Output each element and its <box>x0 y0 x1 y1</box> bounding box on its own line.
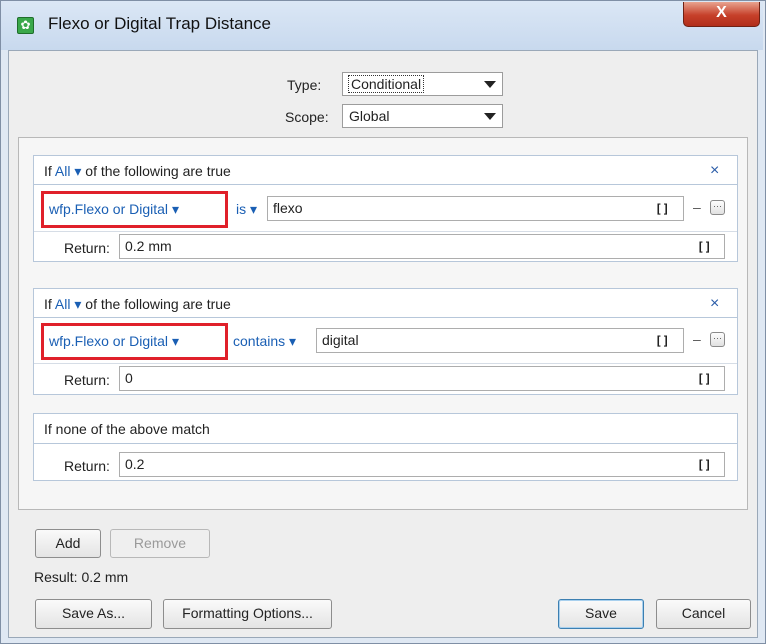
type-dropdown-arrow-icon[interactable] <box>484 81 496 88</box>
scope-select[interactable]: Global <box>342 104 503 128</box>
remove-button[interactable]: Remove <box>110 529 210 558</box>
rule-2-return-value: 0 <box>125 370 133 386</box>
rule-2-quantifier-dropdown[interactable]: All ▾ <box>55 296 81 312</box>
rule-1-operator-dropdown[interactable]: is ▾ <box>236 201 257 218</box>
chevron-down-icon: ▾ <box>171 333 179 349</box>
result-text: Result: 0.2 mm <box>34 569 128 585</box>
brackets-icon[interactable]: [] <box>655 202 669 216</box>
type-select[interactable]: Conditional <box>342 72 503 96</box>
rule-2-return-label: Return: <box>64 372 110 388</box>
brackets-icon[interactable]: [] <box>697 372 711 386</box>
rule-2-return-input[interactable]: 0 <box>119 366 725 391</box>
chevron-down-icon: ▾ <box>171 201 179 217</box>
default-return-value: 0.2 <box>125 456 145 472</box>
window-title: Flexo or Digital Trap Distance <box>48 14 271 33</box>
rule-1-return-label: Return: <box>64 240 110 256</box>
app-gear-icon: ✿ <box>17 17 34 34</box>
chevron-down-icon: ▾ <box>250 201 258 217</box>
chevron-down-icon: ▾ <box>74 163 82 179</box>
rule-1-remove-icon[interactable]: × <box>710 162 719 180</box>
add-button[interactable]: Add <box>35 529 101 558</box>
result-label: Result: <box>34 569 78 585</box>
close-button[interactable]: X <box>683 2 760 27</box>
chevron-down-icon: ▾ <box>74 296 82 312</box>
rule-2-remove-icon[interactable]: × <box>710 295 719 313</box>
rule-1-minus-icon[interactable]: – <box>693 199 701 215</box>
default-rule-label: If none of the above match <box>44 421 210 437</box>
default-return-input[interactable]: 0.2 <box>119 452 725 477</box>
save-as-button[interactable]: Save As... <box>35 599 152 629</box>
brackets-icon[interactable]: [] <box>697 458 711 472</box>
rule-1-operand-input[interactable]: flexo <box>267 196 684 221</box>
type-label: Type: <box>287 77 322 93</box>
rule-2-variable-dropdown[interactable]: wfp.Flexo or Digital ▾ <box>49 333 179 350</box>
rule-1-variable-dropdown[interactable]: wfp.Flexo or Digital ▾ <box>49 201 179 218</box>
default-return-label: Return: <box>64 458 110 474</box>
rule-2-minus-icon[interactable]: – <box>693 331 701 347</box>
rule-1-more-button[interactable]: ··· <box>710 200 725 215</box>
title-bar: ✿ Flexo or Digital Trap Distance X <box>1 1 763 50</box>
rule-1-quantifier-dropdown[interactable]: All ▾ <box>55 163 81 179</box>
brackets-icon[interactable]: [] <box>655 334 669 348</box>
type-select-value: Conditional <box>347 75 425 93</box>
rule-2-if-text: If All ▾ of the following are true <box>44 296 231 312</box>
scope-dropdown-arrow-icon[interactable] <box>484 113 496 120</box>
cancel-button[interactable]: Cancel <box>656 599 751 629</box>
rule-1-return-value: 0.2 mm <box>125 238 172 254</box>
rule-2-operand-value: digital <box>322 332 359 348</box>
scope-select-value: Global <box>349 108 390 124</box>
brackets-icon[interactable]: [] <box>697 240 711 254</box>
rule-1-return-input[interactable]: 0.2 mm <box>119 234 725 259</box>
scope-label: Scope: <box>285 109 329 125</box>
formatting-options-button[interactable]: Formatting Options... <box>163 599 332 629</box>
rule-1-if-text: If All ▾ of the following are true <box>44 163 231 179</box>
chevron-down-icon: ▾ <box>289 333 297 349</box>
result-value: 0.2 mm <box>81 569 129 585</box>
rule-1-operand-value: flexo <box>273 200 303 216</box>
rule-2-operand-input[interactable]: digital <box>316 328 684 353</box>
save-button[interactable]: Save <box>558 599 644 629</box>
rule-2-more-button[interactable]: ··· <box>710 332 725 347</box>
rule-2-operator-dropdown[interactable]: contains ▾ <box>233 333 296 350</box>
